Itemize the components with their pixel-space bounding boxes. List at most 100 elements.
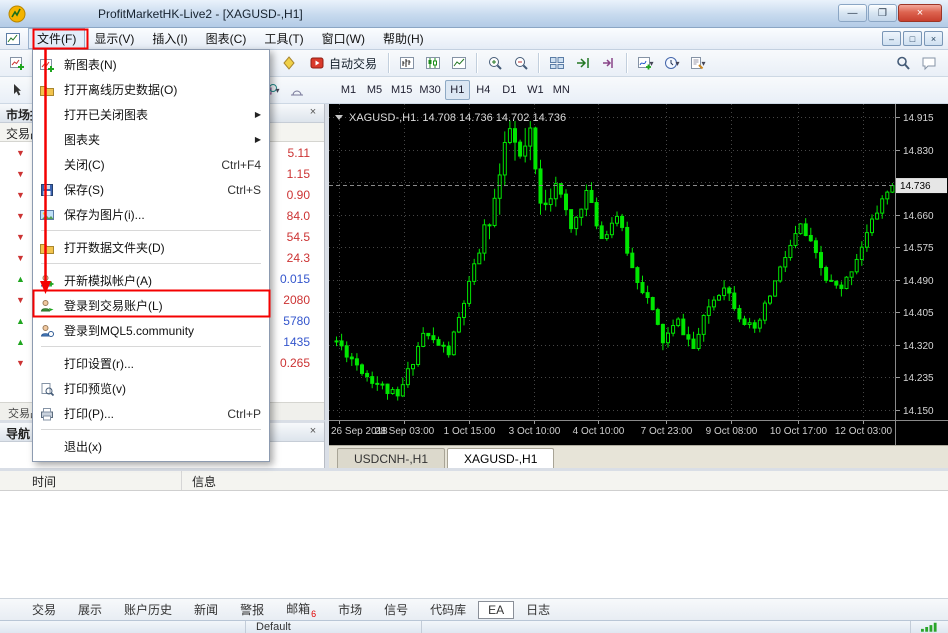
navigator-close-icon[interactable]: × <box>306 425 320 439</box>
menu-item[interactable]: 显示(V) <box>85 28 143 49</box>
file-menu-item[interactable]: 退出(x) <box>33 434 269 459</box>
cycle-lines-button[interactable] <box>284 78 310 102</box>
timeframe-w1[interactable]: W1 <box>523 80 548 100</box>
file-menu-item[interactable]: 保存为图片(i)... <box>33 202 269 227</box>
zoom-in-button[interactable] <box>482 51 508 75</box>
file-menu-item[interactable]: 打开数据文件夹(D) <box>33 235 269 260</box>
candle-body <box>707 307 710 316</box>
mdi-restore-button[interactable]: □ <box>903 31 922 46</box>
timeframe-m15[interactable]: M15 <box>388 80 415 100</box>
application-window: ProfitMarketHK-Live2 - [XAGUSD-,H1] — ❐ … <box>0 0 948 633</box>
chart-shift-button[interactable] <box>596 51 622 75</box>
candle-body <box>534 128 537 169</box>
periods-button[interactable]: ▾ <box>658 51 684 75</box>
candle-body <box>891 186 894 193</box>
terminal-tab-代码库[interactable]: 代码库 <box>420 599 476 620</box>
menu-file[interactable]: 文件(F) <box>28 28 85 49</box>
minimize-button[interactable]: — <box>838 4 867 22</box>
terminal-tab-EA[interactable]: EA <box>478 601 514 619</box>
timeframe-m1[interactable]: M1 <box>336 80 361 100</box>
file-menu-item[interactable]: 登录到MQL5.community <box>33 318 269 343</box>
candle-body <box>452 332 455 355</box>
cursor-button[interactable] <box>4 78 30 102</box>
candle-body <box>830 280 833 281</box>
search-button[interactable] <box>890 51 916 75</box>
terminal-tab-日志[interactable]: 日志 <box>516 599 560 620</box>
timeframe-mn[interactable]: MN <box>549 80 574 100</box>
menu-item[interactable]: 帮助(H) <box>374 28 433 49</box>
bar-chart-button[interactable] <box>394 51 420 75</box>
file-menu-item[interactable]: 关闭(C)Ctrl+F4 <box>33 152 269 177</box>
menu-item-label: 保存为图片(i)... <box>64 206 261 223</box>
close-button[interactable]: × <box>898 4 942 22</box>
file-menu-item[interactable]: 打印设置(r)... <box>33 351 269 376</box>
terminal-tab-警报[interactable]: 警报 <box>230 599 274 620</box>
menu-item[interactable]: 窗口(W) <box>313 28 374 49</box>
timeframe-m5[interactable]: M5 <box>362 80 387 100</box>
title-bar: ProfitMarketHK-Live2 - [XAGUSD-,H1] — ❐ … <box>0 0 948 28</box>
candle-body <box>473 264 476 282</box>
file-menu-item[interactable]: 打印(P)...Ctrl+P <box>33 401 269 426</box>
candle-body <box>371 377 374 384</box>
candle-body <box>437 340 440 346</box>
terminal-tab-展示[interactable]: 展示 <box>68 599 112 620</box>
zoom-out-icon <box>513 55 529 71</box>
terminal-col-time[interactable]: 时间 <box>0 471 182 490</box>
mdi-minimize-button[interactable]: – <box>882 31 901 46</box>
mdi-close-button[interactable]: × <box>924 31 943 46</box>
line-chart-button[interactable] <box>446 51 472 75</box>
terminal-tab-信号[interactable]: 信号 <box>374 599 418 620</box>
chat-button[interactable] <box>916 51 942 75</box>
candle-body <box>361 365 364 374</box>
file-menu-item[interactable]: 新图表(N) <box>33 52 269 77</box>
file-menu-item[interactable]: 打开已关闭图表▶ <box>33 102 269 127</box>
zoom-out-button[interactable] <box>508 51 534 75</box>
file-menu-item[interactable]: 图表夹▶ <box>33 127 269 152</box>
file-menu-item[interactable]: 开新模拟帐户(A) <box>33 268 269 293</box>
timeframe-d1[interactable]: D1 <box>497 80 522 100</box>
dropdown-arrow-icon: ▾ <box>676 59 680 68</box>
new-chart-button[interactable] <box>4 51 30 75</box>
file-menu-item[interactable]: 打开离线历史数据(O) <box>33 77 269 102</box>
templates-button[interactable]: ▾ <box>684 51 710 75</box>
terminal-tab-账户历史[interactable]: 账户历史 <box>114 599 182 620</box>
bid-price: 5.11 <box>288 146 324 160</box>
candle-body <box>396 390 399 396</box>
autotrading-button[interactable]: 自动交易 <box>302 52 384 74</box>
terminal-tab-邮箱[interactable]: 邮箱6 <box>276 598 326 620</box>
candle-body <box>661 324 664 342</box>
menu-icon-placeholder <box>39 439 57 455</box>
terminal-tab-市场[interactable]: 市场 <box>328 599 372 620</box>
metaeditor-button[interactable] <box>276 51 302 75</box>
timeframe-h4[interactable]: H4 <box>471 80 496 100</box>
new-chart-icon <box>39 57 57 73</box>
terminal-col-message[interactable]: 信息 <box>182 471 948 490</box>
auto-scroll-button[interactable] <box>570 51 596 75</box>
tick-down-icon: ▼ <box>16 295 28 305</box>
timeframe-h1[interactable]: H1 <box>445 80 470 100</box>
price-chart[interactable]: 14.91514.83014.74514.66014.57514.49014.4… <box>329 104 948 445</box>
candle-body <box>845 277 848 288</box>
maximize-button[interactable]: ❐ <box>868 4 897 22</box>
chart-tab-xagusdh1[interactable]: XAGUSD-,H1 <box>447 448 554 468</box>
tile-windows-button[interactable] <box>544 51 570 75</box>
chart-tab-usdcnhh1[interactable]: USDCNH-,H1 <box>337 448 445 468</box>
terminal-tab-交易[interactable]: 交易 <box>22 599 66 620</box>
timeframe-m30[interactable]: M30 <box>416 80 443 100</box>
candlestick-button[interactable] <box>420 51 446 75</box>
menu-item-shortcut: Ctrl+P <box>227 407 261 421</box>
menu-item-shortcut: Ctrl+S <box>227 183 261 197</box>
file-menu-item-login-trade-account[interactable]: 登录到交易账户(L) <box>33 293 269 318</box>
menu-item[interactable]: 图表(C) <box>197 28 256 49</box>
file-menu-item[interactable]: 保存(S)Ctrl+S <box>33 177 269 202</box>
profile-name[interactable]: Default <box>246 621 422 633</box>
chart-window[interactable]: 14.91514.83014.74514.66014.57514.49014.4… <box>329 104 948 445</box>
market-watch-close-icon[interactable]: × <box>306 106 320 120</box>
menu-item[interactable]: 插入(I) <box>143 28 196 49</box>
file-menu-item[interactable]: 打印预览(v) <box>33 376 269 401</box>
terminal-tab-新闻[interactable]: 新闻 <box>184 599 228 620</box>
candle-body <box>860 247 863 259</box>
signal-bars-icon <box>921 622 938 632</box>
indicators-button[interactable]: ▾ <box>632 51 658 75</box>
menu-item[interactable]: 工具(T) <box>255 28 312 49</box>
